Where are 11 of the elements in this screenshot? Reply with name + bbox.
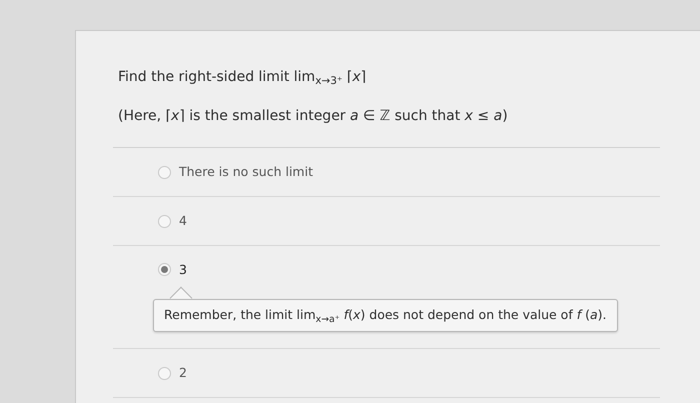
radio-button[interactable] xyxy=(158,166,171,179)
option-label[interactable]: 3 xyxy=(179,260,187,280)
option-label[interactable]: 2 xyxy=(179,364,187,383)
option-label[interactable]: There is no such limit xyxy=(179,163,313,182)
radio-button[interactable] xyxy=(158,366,171,380)
feedback-callout: Remember, the limit lim$_{x→a⁺}$ f(x) does not depend on the value of f (a). xyxy=(153,299,618,332)
radio-button[interactable] xyxy=(158,263,171,276)
question-note: (Here, ⌈x⌉ is the smallest integer a ∈ ℤ such that x ≤ a) xyxy=(118,107,509,126)
option-label[interactable]: 4 xyxy=(179,212,187,230)
question-text: Find the right-sided limit lim$_{x→3⁺}$ ⌈x⌉ xyxy=(118,68,368,88)
radio-button[interactable] xyxy=(158,214,171,228)
